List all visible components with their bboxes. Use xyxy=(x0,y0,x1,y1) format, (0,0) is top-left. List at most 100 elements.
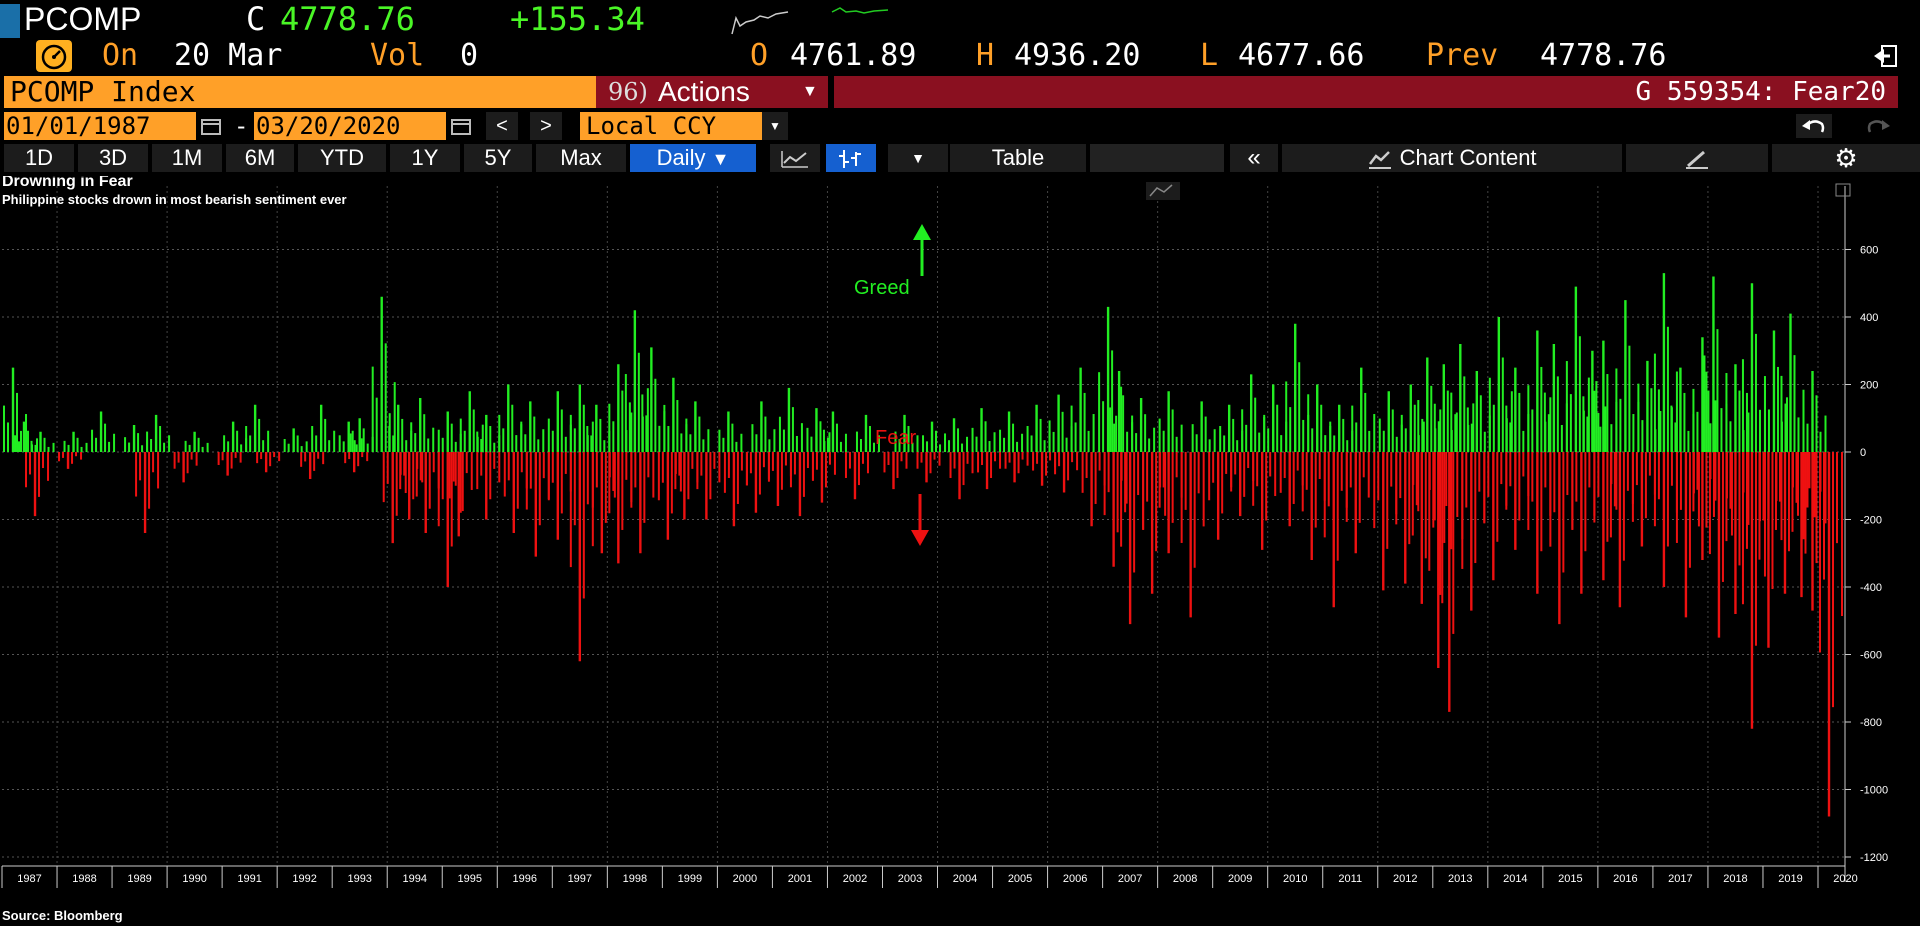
bar xyxy=(1599,426,1602,452)
range-button-1d[interactable]: 1D xyxy=(4,144,74,172)
bar xyxy=(1679,367,1682,452)
line-chart-button[interactable] xyxy=(770,144,820,172)
currency-select[interactable]: Local CCY xyxy=(580,112,766,140)
bar xyxy=(1531,452,1534,502)
bar xyxy=(502,428,505,452)
bar xyxy=(1628,345,1631,452)
bar xyxy=(1062,452,1066,493)
bar xyxy=(1687,430,1690,452)
bar xyxy=(735,441,738,452)
range-button-3d[interactable]: 3D xyxy=(78,144,148,172)
bar xyxy=(1584,452,1587,552)
calendar-icon[interactable] xyxy=(200,116,222,136)
bar xyxy=(1109,407,1112,452)
bar xyxy=(1824,415,1827,452)
bar xyxy=(206,442,209,452)
settings-button[interactable]: ⚙ xyxy=(1772,144,1920,172)
bar xyxy=(1547,414,1550,452)
bar xyxy=(1208,439,1211,452)
bar xyxy=(1670,452,1673,486)
export-icon[interactable] xyxy=(1872,42,1900,70)
bar xyxy=(621,390,624,452)
bar xyxy=(810,436,813,452)
bar xyxy=(754,452,758,513)
bar xyxy=(173,452,176,469)
vol-value: 0 xyxy=(460,38,479,73)
bar xyxy=(128,442,131,452)
annotate-button[interactable] xyxy=(1626,144,1768,172)
bar xyxy=(292,428,295,452)
bar xyxy=(1653,452,1656,527)
bar xyxy=(3,405,6,452)
security-field[interactable]: PCOMP Index xyxy=(4,76,596,108)
bar xyxy=(139,452,142,481)
bar xyxy=(1784,403,1787,452)
bar xyxy=(324,418,327,452)
bar xyxy=(1729,421,1732,452)
bar xyxy=(1602,452,1605,581)
undo-icon[interactable] xyxy=(1796,114,1832,138)
actions-menu[interactable]: 96) Actions ▼ xyxy=(596,76,828,108)
bar xyxy=(1247,452,1250,469)
bar xyxy=(240,444,243,452)
calendar-icon[interactable] xyxy=(450,116,472,136)
next-period-button[interactable]: > xyxy=(530,112,562,140)
chart-type-dropdown[interactable]: ▼ xyxy=(888,144,948,172)
bar xyxy=(1745,392,1748,452)
bar xyxy=(560,452,563,514)
bar xyxy=(944,433,947,452)
bar xyxy=(920,452,923,463)
bar xyxy=(1688,452,1691,568)
bar xyxy=(802,452,805,497)
prev-period-button[interactable]: < xyxy=(486,112,518,140)
bar xyxy=(262,440,265,452)
bar xyxy=(709,452,712,500)
end-date-field[interactable]: 03/20/2020 xyxy=(254,112,446,140)
ohlc-bars-icon xyxy=(839,150,861,169)
bar xyxy=(637,352,640,452)
x-tick-label: 2017 xyxy=(1668,873,1692,885)
chart-content-button[interactable]: Chart Content xyxy=(1282,144,1622,172)
bar xyxy=(961,443,964,452)
range-button-ytd[interactable]: YTD xyxy=(298,144,386,172)
range-button-1m[interactable]: 1M xyxy=(152,144,222,172)
bar xyxy=(1153,427,1156,452)
bar-chart-button[interactable] xyxy=(826,144,876,172)
redo-icon[interactable] xyxy=(1860,114,1896,138)
frequency-select[interactable]: Daily ▼ xyxy=(630,144,756,172)
bar xyxy=(798,452,802,517)
bar xyxy=(1701,337,1704,452)
bar xyxy=(988,441,991,452)
bar xyxy=(1734,364,1737,452)
x-tick-label: 2018 xyxy=(1723,873,1747,885)
bar xyxy=(1245,424,1248,452)
bar xyxy=(887,452,890,465)
x-tick-label: 2004 xyxy=(953,873,977,885)
bar xyxy=(612,452,615,491)
source-label: Source: Bloomberg xyxy=(2,908,123,923)
range-button-1y[interactable]: 1Y xyxy=(390,144,460,172)
realtime-gauge-icon[interactable] xyxy=(36,40,72,72)
bar xyxy=(1712,276,1715,452)
range-button-5y[interactable]: 5Y xyxy=(464,144,532,172)
bar xyxy=(450,452,453,547)
bar xyxy=(1413,404,1416,452)
y-tick-label: -600 xyxy=(1860,650,1882,662)
bar xyxy=(25,414,28,452)
ticker-symbol[interactable]: PCOMP xyxy=(24,0,141,38)
bar xyxy=(1260,452,1264,550)
legend-toggle-icon[interactable] xyxy=(1835,183,1851,197)
collapse-button[interactable]: « xyxy=(1230,144,1278,172)
range-button-6m[interactable]: 6M xyxy=(226,144,294,172)
bar xyxy=(1637,401,1640,452)
bar xyxy=(1238,452,1242,517)
range-button-max[interactable]: Max xyxy=(536,144,626,172)
bar xyxy=(1021,433,1024,452)
bar xyxy=(1087,430,1090,452)
start-date-field[interactable]: 01/01/1987 xyxy=(4,112,196,140)
bar xyxy=(1135,433,1138,452)
bar xyxy=(1167,391,1170,452)
table-button[interactable]: Table xyxy=(950,144,1086,172)
currency-dropdown-button[interactable]: ▼ xyxy=(762,112,788,140)
bar xyxy=(525,452,528,510)
